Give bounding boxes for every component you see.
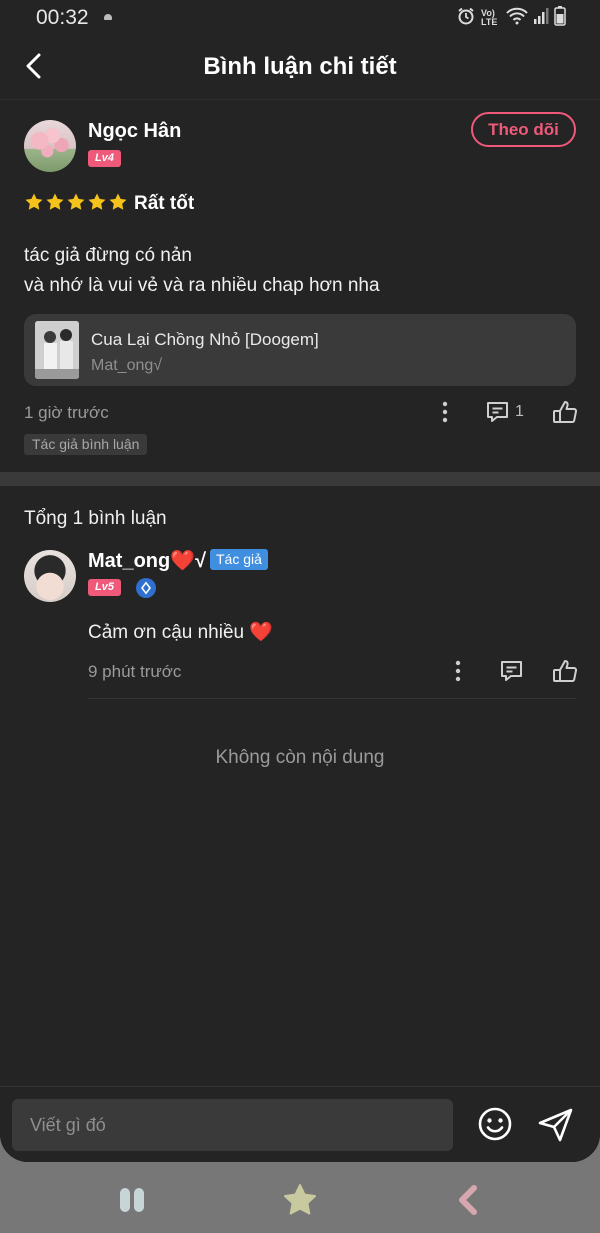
star-icon — [46, 193, 64, 210]
level-badge: Lv4 — [88, 150, 121, 167]
reply-actions — [445, 657, 579, 685]
reply-divider — [88, 698, 576, 699]
reply-time: 9 phút trước — [88, 662, 182, 681]
comment-text: tác giả đừng có nản và nhớ là vui vẻ và … — [24, 241, 380, 301]
book-cover — [35, 321, 79, 379]
notification-icon — [104, 14, 112, 20]
comment-input[interactable] — [12, 1099, 453, 1151]
star-icon — [25, 193, 43, 210]
book-card[interactable]: Cua Lại Chồng Nhỏ [Doogem] Mat_ong√ — [24, 314, 576, 386]
comment-time: 1 giờ trước — [24, 403, 109, 422]
send-icon — [538, 1108, 573, 1142]
volte-icon: Vo) LTE — [481, 8, 498, 27]
comment-icon — [487, 402, 508, 422]
comment-line: tác giả đừng có nản — [24, 245, 193, 266]
section-divider — [0, 472, 600, 486]
more-options-button[interactable] — [445, 657, 471, 685]
recents-button[interactable] — [114, 1182, 150, 1218]
thumbs-up-icon — [552, 400, 577, 423]
comment-input-bar — [0, 1086, 600, 1162]
end-of-content: Không còn nội dung — [215, 747, 385, 768]
author-badge: Tác giả — [210, 549, 268, 570]
total-comments: Tổng 1 bình luận — [24, 508, 167, 529]
star-icon — [88, 193, 106, 210]
star-icon — [67, 193, 85, 210]
book-author: Mat_ong√ — [91, 357, 163, 374]
reply-count: 1 — [515, 403, 524, 420]
home-button[interactable] — [282, 1182, 318, 1218]
author-comment-tag: Tác giả bình luận — [24, 434, 148, 455]
rating-stars — [24, 192, 128, 212]
chevron-left-icon — [459, 1185, 477, 1215]
level-badge: Lv5 — [88, 579, 121, 596]
rating-text: Rất tốt — [134, 193, 195, 214]
vip-diamond-icon — [136, 578, 156, 598]
more-vertical-icon — [442, 401, 448, 423]
book-title: Cua Lại Chồng Nhỏ [Doogem] — [91, 330, 319, 349]
like-button[interactable] — [551, 657, 579, 685]
page-title: Bình luận chi tiết — [203, 53, 397, 80]
system-nav-bar — [0, 1162, 600, 1233]
star-icon — [109, 193, 127, 210]
status-bar: 00:32 Vo) LTE — [0, 0, 600, 36]
send-button[interactable] — [536, 1105, 576, 1145]
reply-avatar[interactable] — [24, 550, 76, 602]
status-icons: Vo) LTE — [456, 5, 566, 31]
wifi-icon — [506, 7, 528, 30]
star-home-icon — [284, 1184, 316, 1215]
comment-username[interactable]: Ngọc Hân — [88, 120, 181, 143]
reply-username[interactable]: Mat_ong❤️√ — [88, 548, 206, 573]
emoji-icon — [478, 1107, 512, 1141]
reply-text: Cảm ơn cậu nhiều ❤️ — [88, 622, 274, 643]
comment-actions: 1 — [432, 398, 579, 426]
emoji-button[interactable] — [476, 1105, 514, 1143]
more-options-button[interactable] — [432, 398, 458, 426]
signal-icon — [533, 7, 549, 30]
battery-icon — [554, 5, 566, 31]
status-time: 00:32 — [36, 6, 89, 29]
alarm-icon — [456, 6, 476, 31]
follow-button[interactable]: Theo dõi — [471, 112, 576, 147]
reply-button[interactable]: 1 — [485, 398, 524, 426]
like-button[interactable] — [551, 398, 579, 426]
recents-icon — [120, 1188, 144, 1212]
thumbs-up-icon — [553, 659, 578, 682]
reply-button[interactable] — [498, 657, 524, 685]
top-app-bar: Bình luận chi tiết — [0, 36, 600, 100]
comment-icon — [500, 661, 522, 681]
avatar[interactable] — [24, 120, 76, 172]
more-vertical-icon — [455, 660, 461, 682]
comment-line: và nhớ là vui vẻ và ra nhiều chap hơn nh… — [24, 275, 380, 296]
app-screen: 00:32 Vo) LTE Bình luận chi tiết Ngọc Hâ… — [0, 0, 600, 1162]
back-nav-button[interactable] — [450, 1182, 486, 1218]
